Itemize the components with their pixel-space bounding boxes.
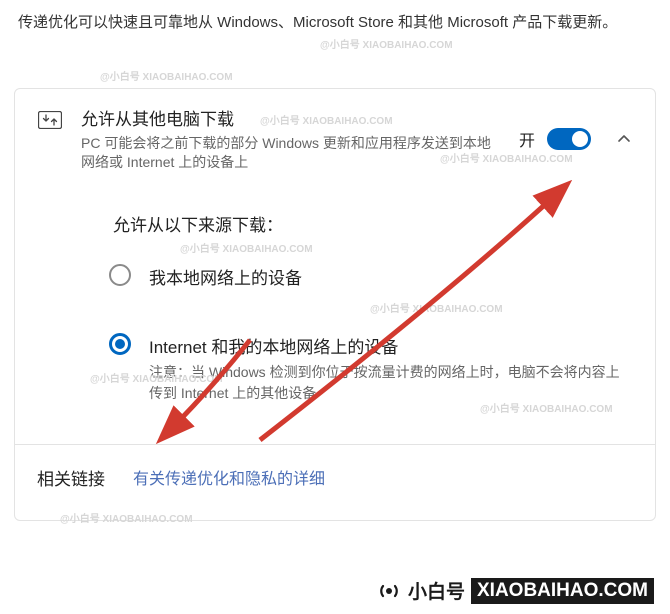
chevron-up-icon[interactable] [615, 130, 633, 148]
radio-option-local-network[interactable]: 我本地网络上的设备 [113, 264, 633, 293]
watermark-brand-en: XIAOBAIHAO.COM [471, 578, 654, 604]
download-sync-icon [37, 107, 63, 127]
radio-button[interactable] [109, 264, 131, 286]
allow-download-toggle[interactable] [547, 128, 591, 150]
radio-note: 注意：当 Windows 检测到你位于按流量计费的网络上时，电脑不会将内容上传到… [149, 362, 633, 404]
radio-group-heading: 允许从以下来源下载： [113, 211, 633, 236]
privacy-details-link[interactable]: 有关传递优化和隐私的详细 [133, 465, 325, 489]
radio-button[interactable] [109, 333, 131, 355]
toggle-state-label: 开 [519, 127, 535, 151]
watermark-text: @小白号 XIAOBAIHAO.COM [100, 68, 233, 83]
setting-subtitle: PC 可能会将之前下载的部分 Windows 更新和应用程序发送到本地网络或 I… [81, 134, 501, 173]
radio-option-internet-and-local[interactable]: Internet 和我的本地网络上的设备 注意：当 Windows 检测到你位于… [113, 333, 633, 404]
delivery-optimization-card: 允许从其他电脑下载 PC 可能会将之前下载的部分 Windows 更新和应用程序… [14, 88, 656, 521]
allow-download-row: 允许从其他电脑下载 PC 可能会将之前下载的部分 Windows 更新和应用程序… [15, 89, 655, 187]
radio-label: 我本地网络上的设备 [149, 264, 633, 289]
download-source-section: 允许从以下来源下载： 我本地网络上的设备 Internet 和我的本地网络上的设… [15, 187, 655, 436]
watermark-brand-cn: 小白号 [408, 577, 465, 604]
watermark-footer: 小白号 XIAOBAIHAO.COM [372, 575, 658, 606]
radio-label: Internet 和我的本地网络上的设备 [149, 333, 633, 358]
related-links-row: 相关链接 有关传递优化和隐私的详细 [15, 445, 655, 510]
broadcast-icon [376, 581, 402, 601]
page-description: 传递优化可以快速且可靠地从 Windows、Microsoft Store 和其… [0, 0, 670, 43]
setting-title: 允许从其他电脑下载 [81, 105, 501, 130]
related-links-label: 相关链接 [37, 465, 105, 490]
